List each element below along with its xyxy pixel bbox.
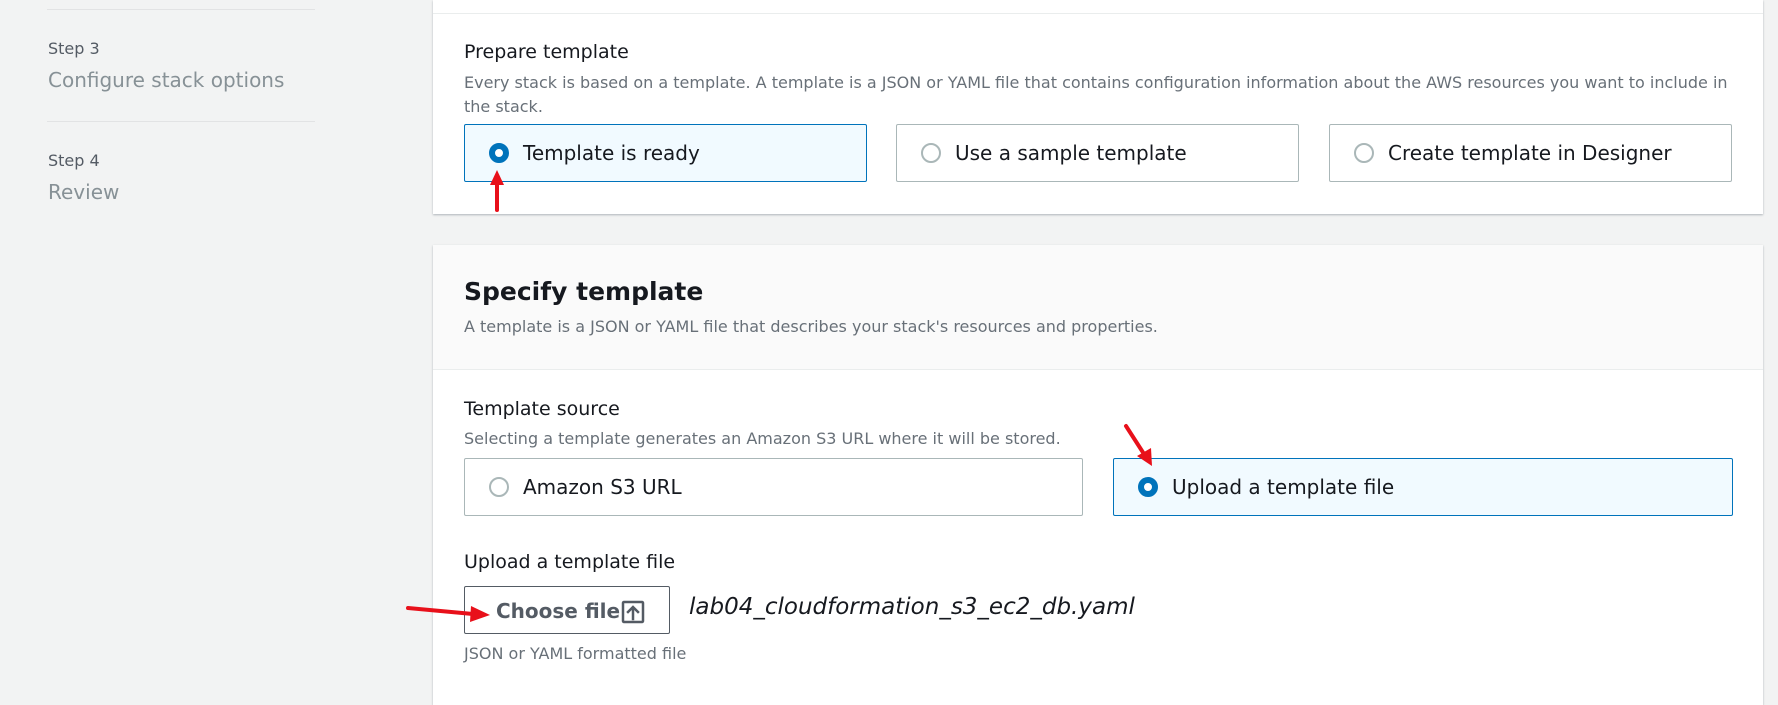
prepare-template-panel: Prepare template Every stack is based on… <box>433 0 1763 214</box>
choose-file-label: Choose file <box>496 599 621 623</box>
annotation-arrow-template-ready <box>490 170 504 212</box>
radio-create-in-designer[interactable] <box>1354 143 1374 163</box>
option-create-in-designer[interactable]: Create template in Designer <box>1329 124 1732 182</box>
option-use-sample-template[interactable]: Use a sample template <box>896 124 1299 182</box>
option-label: Use a sample template <box>955 141 1187 165</box>
option-label: Template is ready <box>523 141 700 165</box>
wizard-steps-sidebar: Step 3 Configure stack options Step 4 Re… <box>0 0 380 695</box>
radio-template-is-ready[interactable] <box>489 143 509 163</box>
step-divider <box>47 9 315 10</box>
radio-upload-template-file[interactable] <box>1138 477 1158 497</box>
step3-label: Step 3 <box>48 39 100 58</box>
option-label: Create template in Designer <box>1388 141 1672 165</box>
step3-title-link[interactable]: Configure stack options <box>48 68 284 92</box>
radio-amazon-s3-url[interactable] <box>489 477 509 497</box>
specify-template-panel: Specify template A template is a JSON or… <box>433 245 1763 705</box>
step4-title-link[interactable]: Review <box>48 180 119 204</box>
option-label: Upload a template file <box>1172 475 1395 499</box>
option-amazon-s3-url[interactable]: Amazon S3 URL <box>464 458 1083 516</box>
radio-use-sample-template[interactable] <box>921 143 941 163</box>
option-template-is-ready[interactable]: Template is ready <box>464 124 867 182</box>
specify-template-heading: Specify template <box>464 277 704 306</box>
choose-file-button[interactable]: Choose file <box>464 586 670 634</box>
specify-template-header: Specify template A template is a JSON or… <box>433 245 1763 370</box>
upload-icon <box>621 600 645 624</box>
upload-hint: JSON or YAML formatted file <box>464 644 687 663</box>
template-source-description: Selecting a template generates an Amazon… <box>464 429 1061 448</box>
upload-template-file-label: Upload a template file <box>464 551 676 573</box>
prepare-template-description: Every stack is based on a template. A te… <box>464 73 1728 116</box>
template-source-label: Template source <box>464 398 620 420</box>
prepare-template-heading: Prepare template <box>464 41 629 63</box>
option-label: Amazon S3 URL <box>523 475 682 499</box>
panel-divider <box>433 13 1763 14</box>
selected-file-name: lab04_cloudformation_s3_ec2_db.yaml <box>689 594 1135 620</box>
specify-template-description: A template is a JSON or YAML file that d… <box>464 317 1158 336</box>
option-upload-template-file[interactable]: Upload a template file <box>1113 458 1733 516</box>
step-divider <box>47 121 315 122</box>
step4-label: Step 4 <box>48 151 100 170</box>
annotation-arrow-choose-file <box>406 606 490 622</box>
annotation-arrow-upload-option <box>1124 424 1152 466</box>
